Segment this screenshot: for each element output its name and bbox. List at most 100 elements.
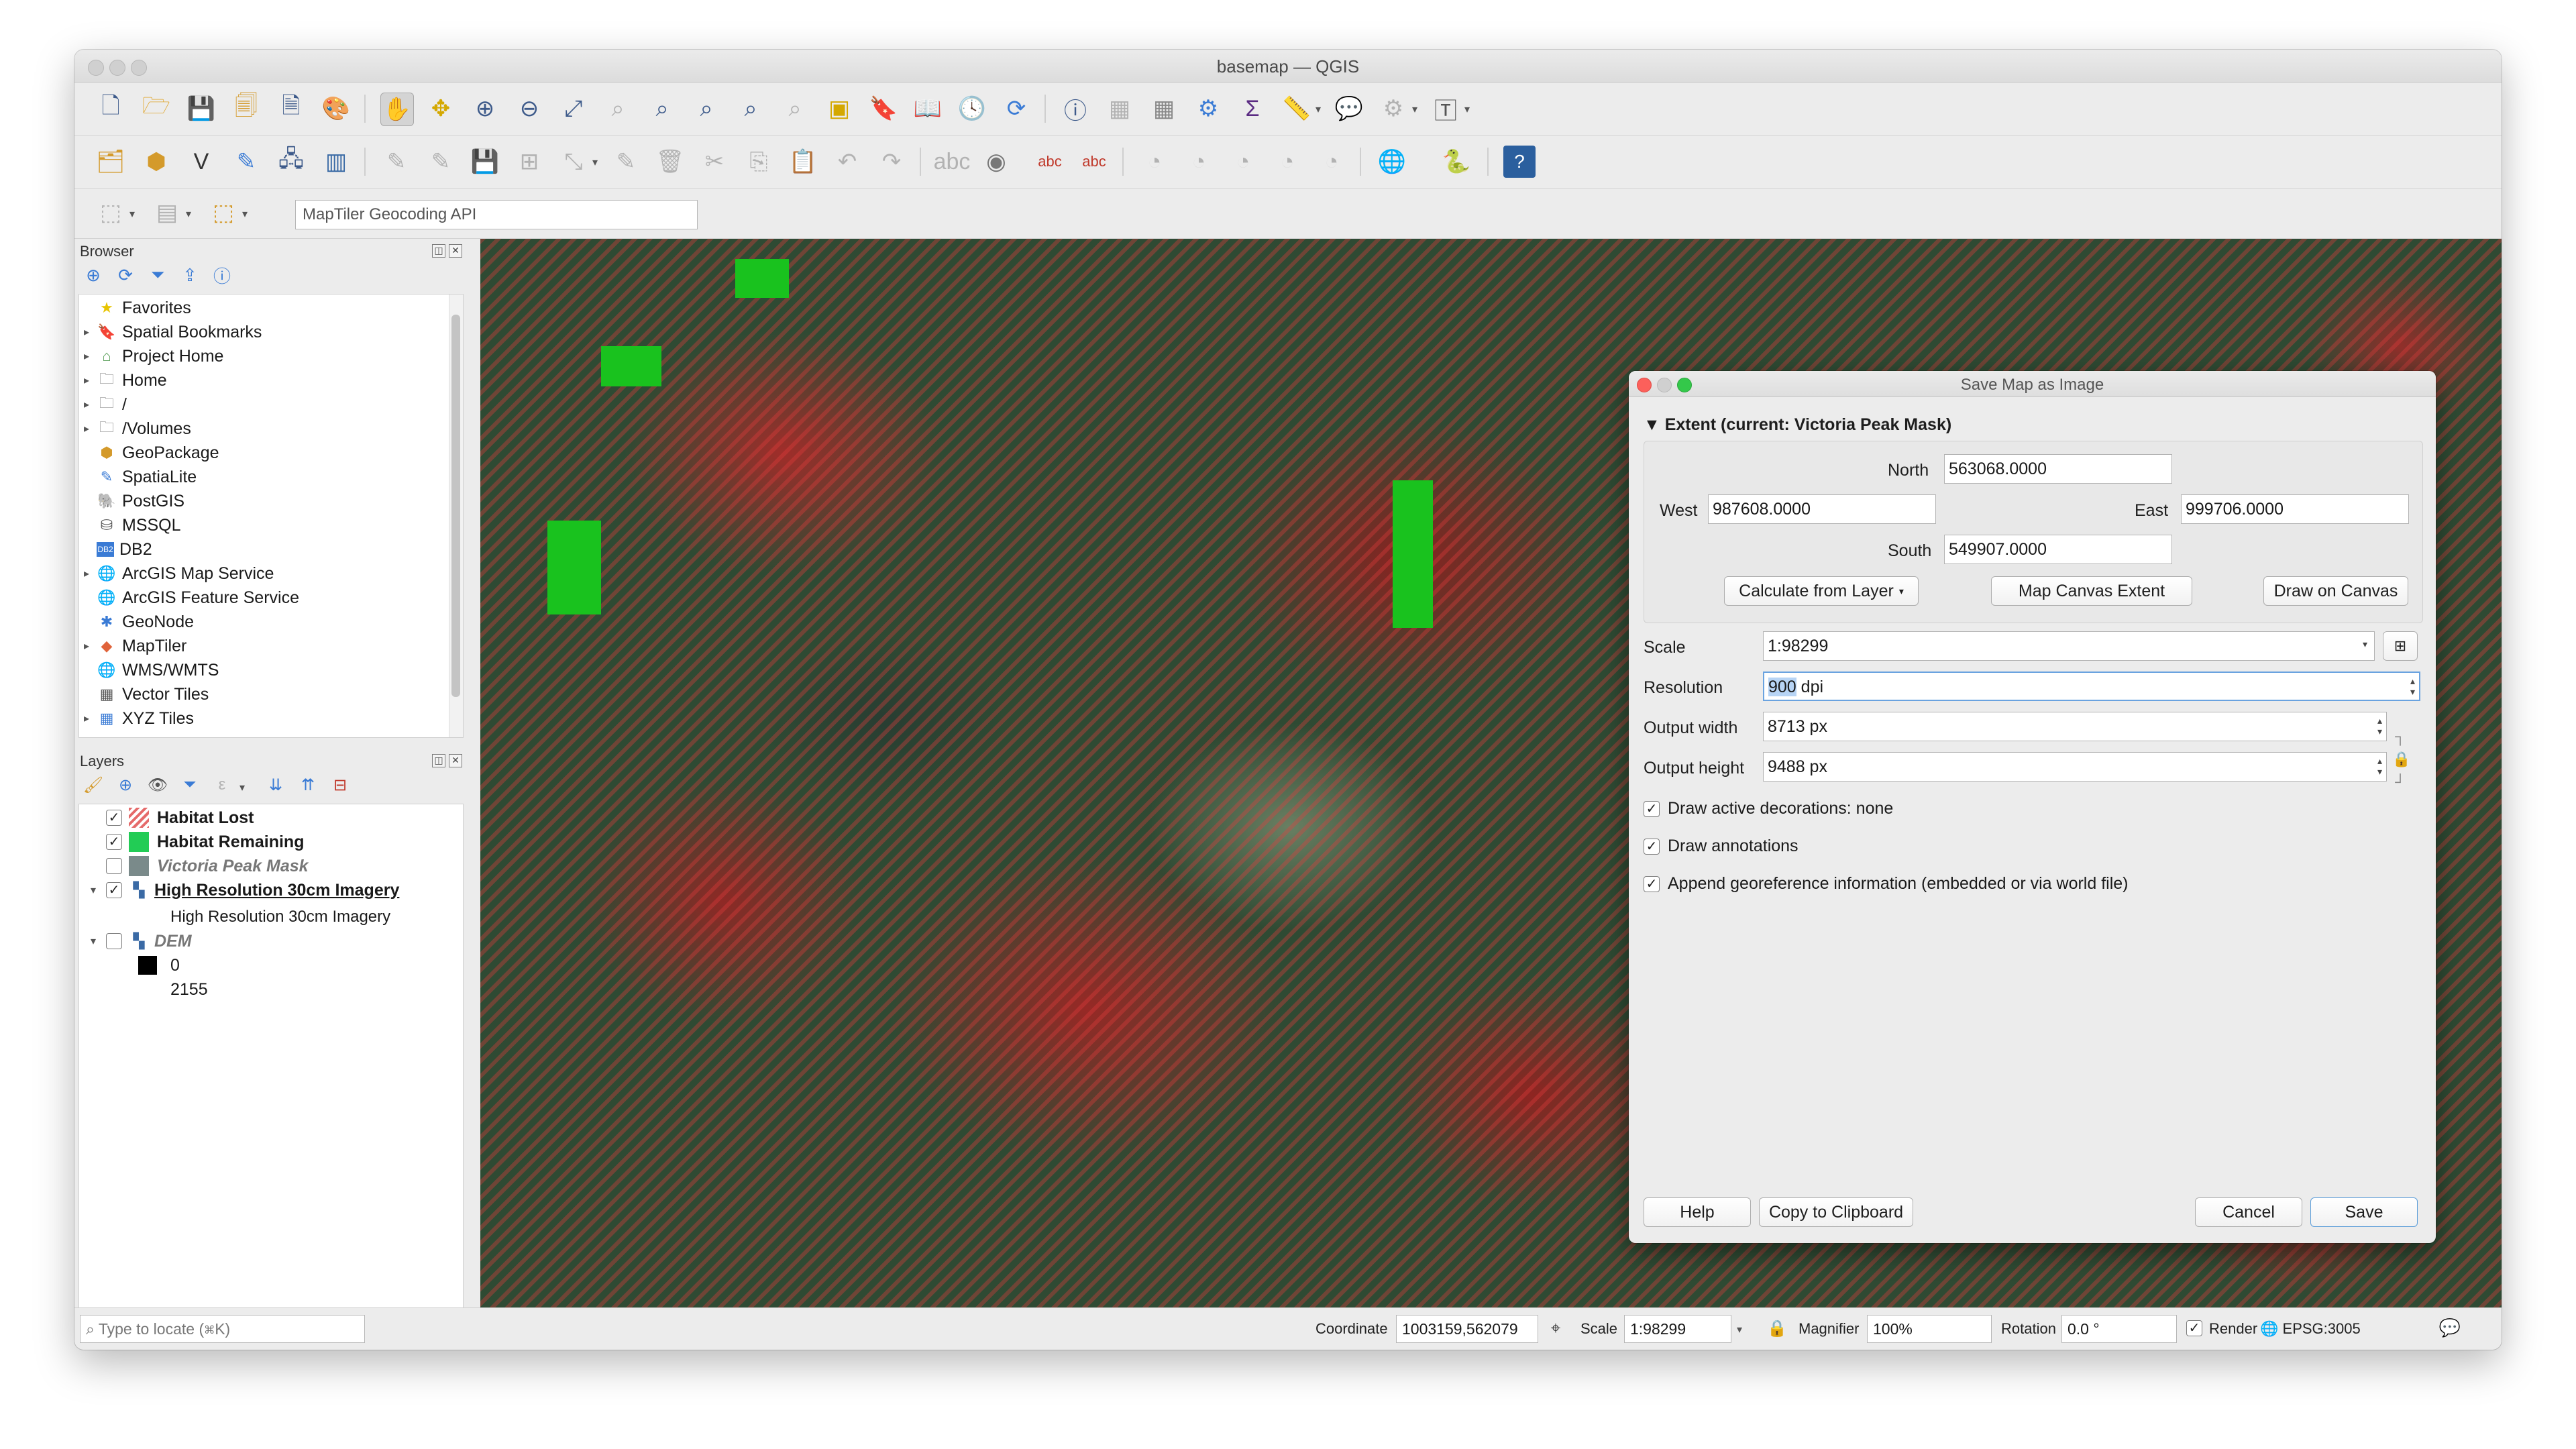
statistical-summary-icon[interactable]: Σ: [1236, 93, 1269, 125]
refresh-browser-icon[interactable]: ⟳: [113, 263, 138, 287]
text-annotation-icon[interactable]: 🅃: [1430, 93, 1462, 125]
scale-dropdown-icon[interactable]: ▾: [1737, 1323, 1742, 1336]
spinner-arrows-icon[interactable]: ▴ ▾: [2377, 755, 2382, 777]
aspect-lock-icon[interactable]: ┐ 🔒 ┘: [2392, 725, 2410, 795]
select-features-icon[interactable]: ⬚: [95, 197, 127, 229]
browser-item-db2[interactable]: DB2 DB2: [79, 537, 152, 561]
add-virtual-layer-icon[interactable]: 🖧: [275, 146, 307, 178]
vertex-tool-icon[interactable]: ⤡: [557, 146, 590, 178]
move-label-icon[interactable]: ◔: [1227, 146, 1259, 178]
label-options-icon[interactable]: ◉: [980, 146, 1012, 178]
zoom-next-icon[interactable]: ⌕: [779, 93, 811, 125]
draw-annotations-checkbox[interactable]: ✓ Draw annotations: [1644, 837, 1799, 856]
browser-item-arcgis-map-service[interactable]: ▸ 🌐 ArcGIS Map Service: [79, 561, 274, 586]
crs-button[interactable]: 🌐 EPSG:3005: [2260, 1320, 2361, 1338]
north-field[interactable]: 563068.0000: [1944, 454, 2172, 484]
browser-item-volumes[interactable]: ▸ 🗀/Volumes: [79, 417, 191, 441]
spinner-arrows-icon[interactable]: ▴ ▾: [2410, 676, 2415, 697]
add-raster-layer-icon[interactable]: ▥: [320, 146, 352, 178]
select-by-dropdown-icon[interactable]: ▾: [186, 207, 191, 221]
locator-search-input[interactable]: ⌕ Type to locate (⌘K): [80, 1315, 365, 1343]
layer-habitat-remaining[interactable]: ✓ Habitat Remaining: [106, 830, 304, 854]
layer-dem[interactable]: ▾ ▚ DEM: [86, 929, 192, 953]
deselect-features-icon[interactable]: ⬚: [207, 197, 239, 229]
map-canvas-extent-button[interactable]: Map Canvas Extent: [1991, 576, 2192, 606]
close-panel-icon[interactable]: ✕: [449, 244, 462, 258]
browser-item-geonode[interactable]: ✱ GeoNode: [79, 610, 194, 634]
highlight-pinned-labels-icon[interactable]: abc: [1034, 146, 1066, 178]
add-feature-icon[interactable]: ⊞: [513, 146, 545, 178]
open-project-icon[interactable]: 🗁: [140, 93, 172, 125]
pan-to-selection-icon[interactable]: ✥: [425, 93, 457, 125]
browser-item-geopackage[interactable]: ⬢ GeoPackage: [79, 441, 219, 465]
modify-attributes-icon[interactable]: ✎: [610, 146, 642, 178]
scale-combobox[interactable]: 1:98299 ▾: [1763, 631, 2375, 661]
properties-icon[interactable]: ⓘ: [210, 263, 234, 287]
output-height-spinbox[interactable]: 9488 px ▴ ▾: [1763, 752, 2387, 782]
filter-legend-icon[interactable]: ⏷: [178, 773, 202, 797]
pin-labels-icon[interactable]: ◔: [1138, 146, 1171, 178]
new-print-layout-icon[interactable]: 🗐: [230, 93, 262, 125]
extent-group-header[interactable]: ▼ Extent (current: Victoria Peak Mask): [1644, 415, 1951, 435]
add-vector-layer-icon[interactable]: V: [185, 146, 217, 178]
south-field[interactable]: 549907.0000: [1944, 535, 2172, 564]
browser-item-arcgis-feature-service[interactable]: 🌐 ArcGIS Feature Service: [79, 586, 299, 610]
layer-labeling-icon[interactable]: abc: [934, 146, 971, 178]
copy-features-icon[interactable]: ⎘: [743, 146, 775, 178]
paste-features-icon[interactable]: 📋: [787, 146, 819, 178]
magnifier-field[interactable]: 100%: [1867, 1315, 1992, 1343]
cut-features-icon[interactable]: ✂: [698, 146, 731, 178]
copy-to-clipboard-button[interactable]: Copy to Clipboard: [1759, 1197, 1913, 1227]
locator-dropdown-icon[interactable]: ▾: [1412, 103, 1417, 116]
field-calculator-icon[interactable]: ▦: [1148, 93, 1180, 125]
zoom-to-selection-icon[interactable]: ⌕: [602, 93, 634, 125]
browser-item-project-home[interactable]: ▸ ⌂ Project Home: [79, 344, 223, 368]
delete-selected-icon[interactable]: 🗑: [654, 146, 686, 178]
toggle-extents-icon[interactable]: ⌖: [1542, 1315, 1569, 1342]
add-group-icon[interactable]: ⊕: [113, 773, 138, 797]
spinner-arrows-icon[interactable]: ▴ ▾: [2377, 715, 2382, 737]
float-panel-icon[interactable]: ◫: [432, 754, 445, 767]
toggle-label-display-icon[interactable]: abc: [1078, 146, 1110, 178]
browser-item-root[interactable]: ▸ 🗀 /: [79, 392, 127, 417]
show-hide-labels-icon[interactable]: ◔: [1183, 146, 1215, 178]
collapse-all-icon[interactable]: ⇪: [178, 263, 202, 287]
layer-habitat-lost[interactable]: ✓ Habitat Lost: [106, 806, 254, 830]
vertex-tool-dropdown-icon[interactable]: ▾: [592, 156, 598, 169]
toggle-editing-icon[interactable]: ✎: [425, 146, 457, 178]
map-tips-icon[interactable]: 💬: [1333, 93, 1365, 125]
layer-visibility-checkbox[interactable]: [106, 933, 122, 949]
browser-item-favorites[interactable]: ★ Favorites: [79, 296, 191, 320]
undo-icon[interactable]: ↶: [831, 146, 863, 178]
zoom-full-icon[interactable]: ⤢: [557, 93, 590, 125]
zoom-to-layer-icon[interactable]: ⌕: [646, 93, 678, 125]
plugin-globe-icon[interactable]: 🌐: [1376, 146, 1408, 178]
current-edits-icon[interactable]: ✎: [380, 146, 413, 178]
browser-item-xyz-tiles[interactable]: ▸ ▦ XYZ Tiles: [79, 706, 194, 731]
collapse-all-icon[interactable]: ⇈: [296, 773, 320, 797]
layer-high-resolution-imagery[interactable]: ▾ ✓ ▚ High Resolution 30cm Imagery: [86, 878, 399, 902]
browser-item-spatialite[interactable]: ✎ SpatiaLite: [79, 465, 197, 489]
refresh-icon[interactable]: ⟳: [1000, 93, 1032, 125]
east-field[interactable]: 999706.0000: [2181, 494, 2409, 524]
resolution-spinbox[interactable]: 900 dpi ▴ ▾: [1763, 672, 2420, 701]
expand-all-icon[interactable]: ⇊: [264, 773, 288, 797]
processing-toolbox-icon[interactable]: ⚙: [1192, 93, 1224, 125]
browser-item-spatial-bookmarks[interactable]: ▸ 🔖 Spatial Bookmarks: [79, 320, 262, 344]
style-manager-icon[interactable]: 🎨: [320, 93, 352, 125]
filter-by-expression-icon[interactable]: ε: [210, 773, 234, 797]
draw-on-canvas-button[interactable]: Draw on Canvas: [2263, 576, 2408, 606]
rotate-label-icon[interactable]: ◔: [1271, 146, 1303, 178]
redo-icon[interactable]: ↷: [875, 146, 908, 178]
browser-scrollbar[interactable]: [449, 294, 463, 737]
new-bookmark-icon[interactable]: 🔖: [867, 93, 900, 125]
new-geopackage-layer-icon[interactable]: ⬢: [140, 146, 172, 178]
locator-settings-icon[interactable]: ⚙: [1377, 93, 1409, 125]
help-button[interactable]: Help: [1644, 1197, 1751, 1227]
layer-visibility-checkbox[interactable]: ✓: [106, 810, 122, 826]
manage-map-themes-icon[interactable]: 👁: [146, 773, 170, 797]
zoom-native-icon[interactable]: ⌕: [690, 93, 722, 125]
lock-scale-icon[interactable]: 🔒: [1764, 1315, 1790, 1342]
browser-item-mssql[interactable]: ⛁ MSSQL: [79, 513, 181, 537]
browser-item-wms-wmts[interactable]: 🌐 WMS/WMTS: [79, 658, 219, 682]
